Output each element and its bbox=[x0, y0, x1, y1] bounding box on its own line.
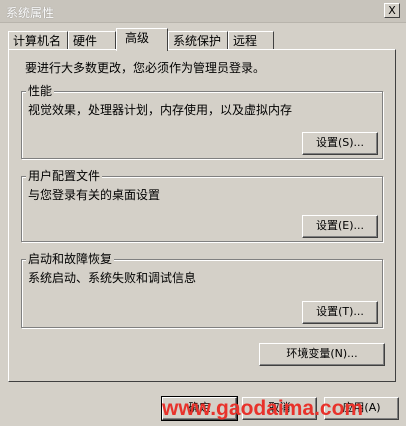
watermark-text: www.gaodaima.com bbox=[162, 397, 364, 420]
performance-title: 性能 bbox=[26, 84, 55, 98]
user-profiles-description: 与您登录有关的桌面设置 bbox=[28, 188, 161, 202]
close-icon: X bbox=[388, 4, 396, 17]
startup-recovery-settings-button[interactable]: 设置(T)... bbox=[302, 301, 378, 324]
environment-variables-button[interactable]: 环境变量(N)... bbox=[259, 343, 385, 366]
tab-advanced[interactable]: 高级 bbox=[116, 28, 168, 51]
performance-group: 性能 视觉效果，处理器计划，内存使用，以及虚拟内存 设置(S)... bbox=[21, 84, 383, 159]
tab-remote[interactable]: 远程 bbox=[228, 31, 274, 50]
admin-notice: 要进行大多数更改，您必须作为管理员登录。 bbox=[25, 61, 266, 75]
title-bar: 系统属性 X bbox=[0, 0, 406, 23]
tab-system-protection[interactable]: 系统保护 bbox=[168, 31, 228, 50]
user-profiles-title: 用户配置文件 bbox=[26, 169, 103, 183]
user-profiles-group: 用户配置文件 与您登录有关的桌面设置 设置(E)... bbox=[21, 169, 383, 242]
startup-recovery-description: 系统启动、系统失败和调试信息 bbox=[28, 271, 197, 285]
startup-recovery-title: 启动和故障恢复 bbox=[26, 252, 115, 266]
close-button[interactable]: X bbox=[384, 3, 400, 18]
advanced-tab-panel: 要进行大多数更改，您必须作为管理员登录。 性能 视觉效果，处理器计划，内存使用，… bbox=[8, 49, 396, 382]
tab-computer-name[interactable]: 计算机名 bbox=[8, 31, 68, 50]
performance-description: 视觉效果，处理器计划，内存使用，以及虚拟内存 bbox=[28, 103, 293, 117]
window-title: 系统属性 bbox=[6, 6, 55, 20]
user-profiles-settings-button[interactable]: 设置(E)... bbox=[302, 215, 378, 238]
startup-recovery-group: 启动和故障恢复 系统启动、系统失败和调试信息 设置(T)... bbox=[21, 252, 383, 328]
tab-hardware[interactable]: 硬件 bbox=[68, 31, 116, 50]
performance-settings-button[interactable]: 设置(S)... bbox=[302, 132, 378, 155]
